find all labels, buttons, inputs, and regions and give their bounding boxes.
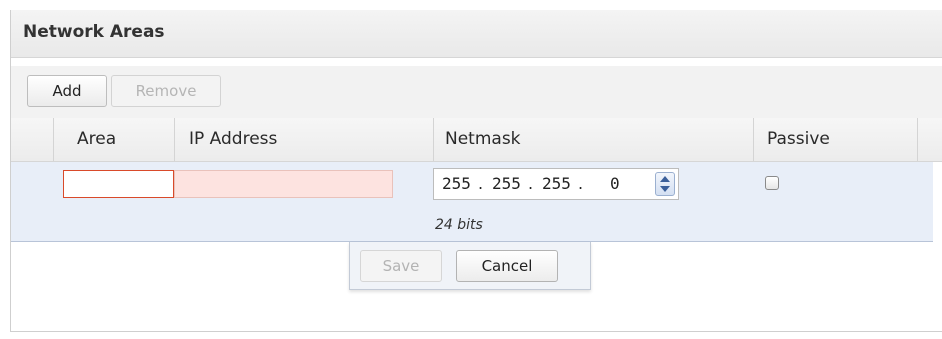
- column-separator: [174, 118, 175, 161]
- netmask-input[interactable]: 255 . 255 . 255 . 0: [433, 168, 679, 200]
- netmask-dot: .: [478, 174, 484, 193]
- remove-button[interactable]: Remove: [111, 75, 221, 107]
- column-separator: [753, 118, 754, 161]
- toolbar: Add Remove: [11, 66, 942, 119]
- column-header-netmask[interactable]: Netmask: [445, 129, 521, 149]
- netmask-dot: .: [528, 174, 534, 193]
- passive-checkbox[interactable]: [765, 176, 779, 190]
- spin-down-icon[interactable]: [660, 186, 670, 192]
- netmask-bits-label: 24 bits: [435, 217, 483, 233]
- netmask-spinner[interactable]: [655, 172, 675, 196]
- netmask-octet-1[interactable]: 255: [442, 174, 471, 193]
- row-editor-actions: Save Cancel: [349, 242, 591, 290]
- column-separator: [433, 118, 434, 161]
- cancel-button[interactable]: Cancel: [456, 250, 558, 282]
- panel-title: Network Areas: [23, 22, 165, 42]
- area-input[interactable]: [63, 170, 174, 198]
- column-header-ip-address[interactable]: IP Address: [189, 129, 277, 149]
- column-header-passive[interactable]: Passive: [767, 129, 830, 149]
- netmask-dot: .: [578, 174, 584, 193]
- edit-row: 255 . 255 . 255 . 0 24 bits: [11, 162, 933, 242]
- column-separator: [53, 118, 54, 161]
- column-separator: [917, 118, 918, 161]
- network-areas-panel: Network Areas Add Remove Area IP Address…: [10, 10, 942, 332]
- column-header-area[interactable]: Area: [77, 129, 116, 149]
- add-button[interactable]: Add: [27, 75, 107, 107]
- panel-header: Network Areas: [11, 10, 942, 58]
- ip-address-input[interactable]: [174, 170, 393, 198]
- spin-up-icon[interactable]: [660, 176, 670, 182]
- netmask-octet-4[interactable]: 0: [610, 174, 620, 193]
- netmask-octet-3[interactable]: 255: [542, 174, 571, 193]
- netmask-octet-2[interactable]: 255: [492, 174, 521, 193]
- grid-header: Area IP Address Netmask Passive: [11, 118, 942, 162]
- save-button[interactable]: Save: [360, 250, 442, 282]
